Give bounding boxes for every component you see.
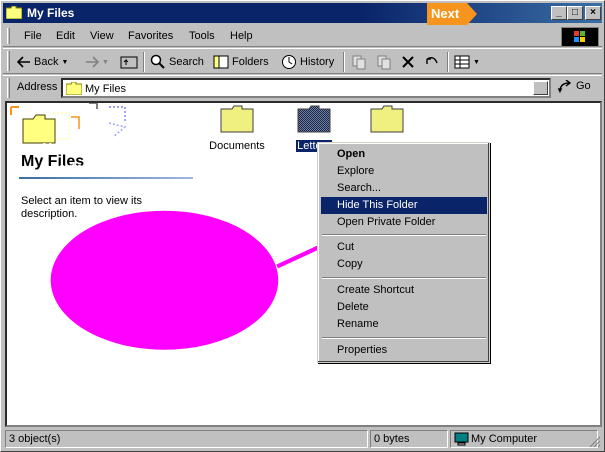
status-object-count: 3 object(s) (5, 430, 368, 448)
back-button[interactable]: Back ▼ (17, 53, 68, 71)
folders-icon (213, 55, 229, 69)
addressbar-grip[interactable] (7, 78, 10, 98)
back-label: Back (34, 56, 59, 68)
windows-logo (561, 27, 599, 47)
explorer-window: My Files Next _ □ × File Edit View Favor… (0, 0, 605, 452)
folder-label: Documents (209, 140, 265, 152)
history-button[interactable]: History (281, 53, 334, 71)
menu-favorites[interactable]: Favorites (128, 30, 173, 42)
undo-icon (426, 56, 438, 64)
search-button[interactable]: Search (150, 53, 204, 71)
address-dropdown-button[interactable]: ▼ (533, 81, 564, 95)
go-button[interactable]: Go (559, 80, 591, 92)
minimize-icon: _ (556, 7, 562, 18)
undo-button[interactable] (424, 53, 440, 71)
menu-file[interactable]: File (24, 30, 42, 42)
address-bar: Address My Files ▼ Go (3, 75, 602, 99)
folders-button[interactable]: Folders (213, 53, 269, 71)
back-icon (17, 56, 30, 68)
window-title: My Files (27, 6, 75, 20)
ctx-search[interactable]: Search... (321, 180, 487, 197)
ctx-rename[interactable]: Rename (321, 316, 487, 333)
callout-balloon (50, 210, 345, 350)
status-bar: 3 object(s) 0 bytes My Computer (3, 429, 602, 449)
ctx-open-private-folder[interactable]: Open Private Folder (321, 214, 487, 231)
callout-text: You can also use this shortcut menu to h… (43, 140, 191, 195)
ctx-create-shortcut[interactable]: Create Shortcut (321, 282, 487, 299)
toolbar-grip[interactable] (7, 51, 10, 71)
callout-shape (50, 210, 279, 350)
ctx-properties[interactable]: Properties (321, 342, 487, 359)
menu-view[interactable]: View (90, 30, 114, 42)
views-icon (454, 55, 470, 69)
up-button[interactable] (120, 53, 138, 71)
forward-icon (86, 56, 99, 68)
title-bar[interactable]: My Files Next _ □ × (3, 3, 602, 25)
move-to-icon (352, 55, 366, 70)
address-label: Address (17, 81, 58, 93)
menu-edit[interactable]: Edit (56, 30, 75, 42)
history-icon (282, 55, 296, 69)
menu-separator (322, 234, 486, 236)
search-icon (150, 54, 165, 69)
status-size: 0 bytes (370, 430, 448, 448)
ctx-delete[interactable]: Delete (321, 299, 487, 316)
close-icon: × (590, 7, 596, 18)
toolbar-separator (143, 52, 145, 72)
toolbar-separator (447, 52, 449, 72)
forward-button[interactable]: ▼ (85, 53, 109, 71)
menu-separator (322, 277, 486, 279)
ctx-cut[interactable]: Cut (321, 239, 487, 256)
folder-icon (66, 82, 82, 95)
copy-to-button[interactable] (376, 53, 392, 71)
go-label: Go (576, 80, 591, 92)
status-zone: My Computer (450, 430, 598, 448)
history-label: History (300, 56, 335, 68)
menubar-grip[interactable] (7, 28, 10, 44)
menu-tools[interactable]: Tools (189, 30, 215, 42)
forward-dropdown-icon: ▼ (102, 58, 109, 66)
ctx-hide-this-folder[interactable]: Hide This Folder (321, 197, 487, 214)
ctx-explore[interactable]: Explore (321, 163, 487, 180)
search-label: Search (169, 56, 204, 68)
folders-label: Folders (232, 56, 269, 68)
go-arrow-icon (559, 80, 572, 91)
move-to-button[interactable] (351, 53, 367, 71)
folder-icon (297, 105, 331, 133)
menu-help[interactable]: Help (230, 30, 253, 42)
menu-bar: File Edit View Favorites Tools Help (3, 25, 602, 47)
address-value: My Files (85, 83, 126, 95)
maximize-button[interactable]: □ (567, 6, 583, 20)
standard-toolbar: Back ▼ ▼ Search Folders History ▼ (3, 48, 602, 74)
my-computer-icon (454, 432, 469, 446)
copy-to-icon (377, 55, 391, 70)
delete-button[interactable] (401, 53, 415, 71)
context-menu: Open Explore Search... Hide This Folder … (317, 142, 490, 363)
menu-separator (322, 337, 486, 339)
folder-icon (370, 105, 404, 133)
up-folder-icon (120, 56, 138, 69)
next-button-label: Next (431, 6, 460, 21)
close-button[interactable]: × (585, 6, 601, 20)
ctx-copy[interactable]: Copy (321, 256, 487, 273)
windows-flag-icon (574, 31, 585, 42)
views-button[interactable]: ▼ (454, 53, 480, 71)
toolbar-separator (343, 52, 345, 72)
views-dropdown-icon: ▼ (473, 58, 480, 66)
resize-grip[interactable] (589, 436, 601, 448)
back-dropdown-icon: ▼ (61, 58, 69, 66)
folder-icon (220, 105, 254, 133)
delete-icon (402, 56, 414, 68)
folder-icon (6, 6, 22, 19)
next-button[interactable]: Next (427, 3, 477, 25)
status-zone-label: My Computer (471, 433, 538, 445)
minimize-button[interactable]: _ (551, 6, 567, 20)
maximize-icon: □ (571, 7, 579, 18)
address-input[interactable]: My Files ▼ (61, 78, 564, 98)
ctx-open[interactable]: Open (321, 146, 487, 163)
